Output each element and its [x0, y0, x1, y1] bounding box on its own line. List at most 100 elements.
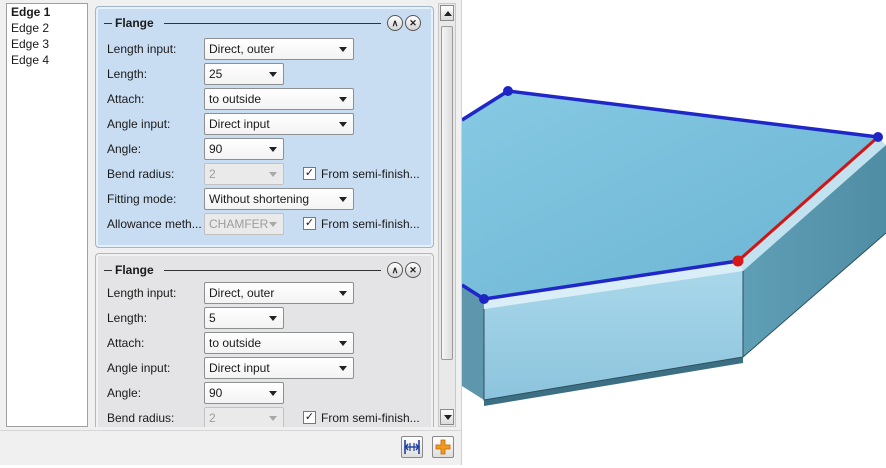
vertex-point[interactable] — [479, 294, 489, 304]
attach-dropdown[interactable]: to outside — [204, 88, 354, 110]
add-flange-button[interactable] — [432, 436, 454, 458]
scroll-up-button[interactable] — [440, 5, 454, 21]
chevron-down-icon — [269, 416, 277, 421]
angle-input-dropdown[interactable]: Direct input — [204, 113, 354, 135]
header-dash — [104, 23, 112, 24]
attach-value: to outside — [209, 92, 262, 106]
vertex-point-selected[interactable] — [732, 255, 744, 267]
chevron-down-icon — [339, 122, 347, 127]
row-attach: Attach: to outside — [107, 332, 427, 354]
flange-panel-header: Flange ∧ ✕ — [104, 15, 425, 31]
label-bend-radius: Bend radius: — [107, 411, 175, 425]
close-icon[interactable]: ✕ — [405, 15, 421, 31]
measure-icon — [404, 440, 420, 454]
row-attach: Attach: to outside — [107, 88, 427, 110]
flange-properties-pane: Edge 1 Edge 2 Edge 3 Edge 4 Flange ∧ ✕ L… — [0, 0, 462, 465]
length-value: 5 — [209, 311, 216, 325]
close-icon[interactable]: ✕ — [405, 262, 421, 278]
allowance-method-value: CHAMFER — [209, 217, 269, 231]
arrow-down-icon — [444, 415, 452, 420]
scroll-down-button[interactable] — [440, 409, 454, 425]
flange-panel-2: Flange ∧ ✕ Length input: Direct, outer L… — [95, 253, 434, 427]
row-angle-input: Angle input: Direct input — [107, 357, 427, 379]
label-length: Length: — [107, 311, 148, 325]
bend-radius-semi-finish-label: From semi-finish... — [321, 167, 420, 181]
allowance-semi-finish-checkbox[interactable]: ✓ — [303, 217, 316, 230]
angle-value: 90 — [209, 142, 223, 156]
chevron-up-icon[interactable]: ∧ — [387, 262, 403, 278]
chevron-down-icon — [339, 97, 347, 102]
edge-list-item-edge-1[interactable]: Edge 1 — [7, 4, 87, 20]
vertical-scrollbar[interactable] — [438, 3, 456, 427]
length-combo[interactable]: 25 — [204, 63, 284, 85]
row-length-input: Length input: Direct, outer — [107, 38, 427, 60]
angle-input-value: Direct input — [209, 117, 270, 131]
chevron-up-icon[interactable]: ∧ — [387, 15, 403, 31]
attach-value: to outside — [209, 336, 262, 350]
add-icon — [435, 439, 451, 455]
label-length-input: Length input: — [107, 42, 177, 56]
chevron-down-icon — [269, 222, 277, 227]
angle-combo[interactable]: 90 — [204, 382, 284, 404]
label-allowance-method: Allowance meth... — [107, 217, 202, 231]
measure-button[interactable] — [401, 436, 423, 458]
flange-panel-header: Flange ∧ ✕ — [104, 262, 425, 278]
flange-panel-title: Flange — [115, 263, 154, 277]
row-bend-radius: Bend radius: 2 ✓ From semi-finish... — [107, 163, 427, 185]
row-bend-radius: Bend radius: 2 ✓ From semi-finish... — [107, 407, 427, 427]
scroll-thumb[interactable] — [441, 26, 453, 360]
label-angle-input: Angle input: — [107, 361, 171, 375]
bend-radius-value: 2 — [209, 411, 216, 425]
row-length-input: Length input: Direct, outer — [107, 282, 427, 304]
chevron-down-icon — [339, 341, 347, 346]
chevron-down-icon — [269, 72, 277, 77]
length-value: 25 — [209, 67, 223, 81]
row-angle: Angle: 90 — [107, 382, 427, 404]
bend-radius-value: 2 — [209, 167, 216, 181]
angle-input-dropdown[interactable]: Direct input — [204, 357, 354, 379]
label-bend-radius: Bend radius: — [107, 167, 175, 181]
vertex-point[interactable] — [873, 132, 883, 142]
flange-panel-scroll-area: Flange ∧ ✕ Length input: Direct, outer L… — [92, 3, 436, 427]
bend-radius-semi-finish-checkbox[interactable]: ✓ — [303, 411, 316, 424]
chevron-down-icon — [269, 316, 277, 321]
angle-input-value: Direct input — [209, 361, 270, 375]
length-input-dropdown[interactable]: Direct, outer — [204, 38, 354, 60]
vertex-point[interactable] — [503, 86, 513, 96]
length-combo[interactable]: 5 — [204, 307, 284, 329]
row-allowance-method: Allowance meth... CHAMFER ✓ From semi-fi… — [107, 213, 427, 235]
edge-list-item-edge-3[interactable]: Edge 3 — [7, 36, 87, 52]
header-dash — [104, 270, 112, 271]
header-rule — [164, 270, 381, 271]
arrow-up-icon — [444, 11, 452, 16]
row-angle-input: Angle input: Direct input — [107, 113, 427, 135]
label-fitting-mode: Fitting mode: — [107, 192, 177, 206]
row-length: Length: 5 — [107, 307, 427, 329]
chevron-down-icon — [339, 47, 347, 52]
bend-radius-semi-finish-checkbox[interactable]: ✓ — [303, 167, 316, 180]
attach-dropdown[interactable]: to outside — [204, 332, 354, 354]
label-attach: Attach: — [107, 336, 145, 350]
label-attach: Attach: — [107, 92, 145, 106]
edge-list[interactable]: Edge 1 Edge 2 Edge 3 Edge 4 — [6, 3, 88, 427]
bend-radius-combo: 2 — [204, 407, 284, 427]
chevron-down-icon — [269, 172, 277, 177]
flange-panel-title: Flange — [115, 16, 154, 30]
sheet-metal-flange-editor: Edge 1 Edge 2 Edge 3 Edge 4 Flange ∧ ✕ L… — [0, 0, 886, 465]
bottom-toolbar — [0, 430, 462, 465]
chevron-down-icon — [339, 197, 347, 202]
chevron-down-icon — [339, 366, 347, 371]
angle-value: 90 — [209, 386, 223, 400]
length-input-dropdown[interactable]: Direct, outer — [204, 282, 354, 304]
label-length: Length: — [107, 67, 148, 81]
angle-combo[interactable]: 90 — [204, 138, 284, 160]
bend-radius-combo: 2 — [204, 163, 284, 185]
chevron-down-icon — [269, 147, 277, 152]
label-length-input: Length input: — [107, 286, 177, 300]
3d-viewport[interactable] — [461, 0, 886, 465]
edge-list-item-edge-2[interactable]: Edge 2 — [7, 20, 87, 36]
edge-list-item-edge-4[interactable]: Edge 4 — [7, 52, 87, 68]
fitting-mode-dropdown[interactable]: Without shortening — [204, 188, 354, 210]
sheet-metal-part-model — [461, 86, 886, 406]
allowance-method-combo: CHAMFER — [204, 213, 284, 235]
